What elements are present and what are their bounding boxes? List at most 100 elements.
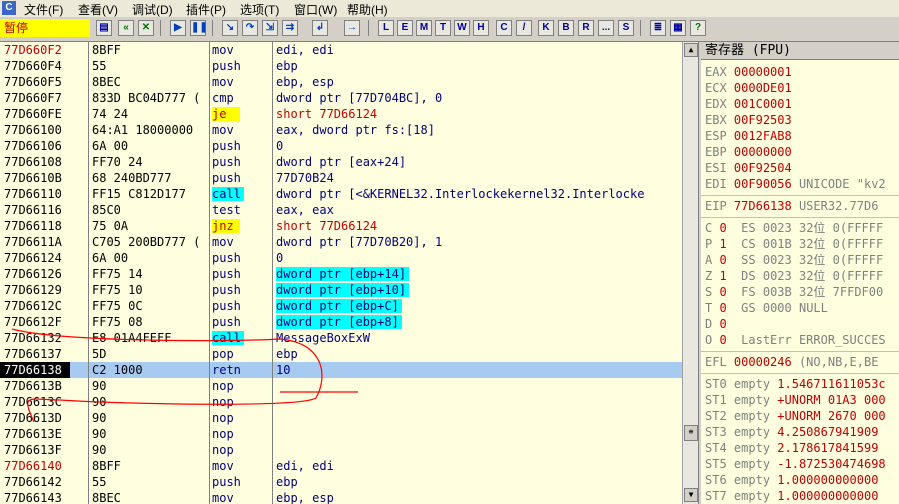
disasm-row[interactable]: 77D66100 64:A1 18000000 mov eax, dword ptr …: [0, 122, 682, 138]
modules-window-button[interactable]: E: [397, 20, 413, 36]
fpu-row[interactable]: ST3 empty 4.250867941909: [705, 424, 878, 440]
fpu-row[interactable]: ST7 empty 1.000000000000: [705, 488, 878, 504]
register-row[interactable]: EAX 00000001: [705, 64, 799, 80]
register-row[interactable]: EDI 00F90056 UNICODE "kv2: [705, 176, 886, 192]
disasm-row[interactable]: 77D66137 5D pop ebp: [0, 346, 682, 362]
fpu-row[interactable]: ST6 empty 1.000000000000: [705, 472, 878, 488]
goto-icon[interactable]: →: [344, 20, 360, 36]
disasm-row[interactable]: 77D6612C FF75 0C push dword ptr [ebp+C]: [0, 298, 682, 314]
disasm-row[interactable]: 77D6613C 90 nop: [0, 394, 682, 410]
patches-window-button[interactable]: /: [516, 20, 532, 36]
disasm-row[interactable]: 77D66124 6A 00 push 0: [0, 250, 682, 266]
menu-plugins[interactable]: 插件(P): [186, 1, 226, 18]
fpu-row[interactable]: ST1 empty +UNORM 01A3 000: [705, 392, 886, 408]
pause-icon[interactable]: ❚❚: [190, 20, 208, 36]
open-icon[interactable]: ▤: [96, 20, 112, 36]
trace-over-icon[interactable]: ⇉: [282, 20, 298, 36]
disasm-row[interactable]: 77D66126 FF75 14 push dword ptr [ebp+14]: [0, 266, 682, 282]
scroll-thumb[interactable]: ≡: [684, 425, 698, 441]
scroll-down-icon[interactable]: ▼: [684, 488, 698, 502]
menu-options[interactable]: 选项(T): [240, 1, 279, 18]
flag-row[interactable]: A 0 SS 0023 32位 0(FFFFF: [705, 252, 883, 268]
fpu-row[interactable]: ST0 empty 1.546711611053c: [705, 376, 886, 392]
menu-window[interactable]: 窗口(W): [294, 1, 337, 18]
app-icon[interactable]: C: [2, 1, 16, 15]
disasm-row[interactable]: 77D660F4 55 push ebp: [0, 58, 682, 74]
log-window-button[interactable]: L: [378, 20, 394, 36]
disasm-row[interactable]: 77D6611A C705 200BD777 (mov dword ptr [77D…: [0, 234, 682, 250]
disasm-row[interactable]: 77D6610B 68 240BD777 push 77D70B24: [0, 170, 682, 186]
fpu-row[interactable]: ST4 empty 2.178617841599: [705, 440, 878, 456]
help-icon[interactable]: ?: [690, 20, 706, 36]
fpu-row[interactable]: ST2 empty +UNORM 2670 000: [705, 408, 886, 424]
disasm-row[interactable]: 77D66143 8BEC mov ebp, esp: [0, 490, 682, 504]
register-row[interactable]: ECX 0000DE01: [705, 80, 799, 96]
disasm-row-current[interactable]: 77D66138 C2 1000 retn 10: [0, 362, 682, 378]
flag-bit: 0: [719, 317, 727, 331]
menu-file[interactable]: 文件(F): [24, 1, 63, 18]
disasm-row[interactable]: 77D66106 6A 00 push 0: [0, 138, 682, 154]
disasm-row[interactable]: 77D6612F FF75 08 push dword ptr [ebp+8]: [0, 314, 682, 330]
cpu-window-button[interactable]: C: [496, 20, 512, 36]
memory-window-button[interactable]: M: [416, 20, 432, 36]
run-icon[interactable]: ▶: [170, 20, 186, 36]
disasm-operands: dword ptr [eax+24]: [276, 155, 407, 169]
breakpoints-window-button[interactable]: B: [558, 20, 574, 36]
flag-row[interactable]: P 1 CS 001B 32位 0(FFFFF: [705, 236, 883, 252]
register-row[interactable]: ESI 00F92504: [705, 160, 799, 176]
disasm-row[interactable]: 77D66118 75 0A jnz short 77D66124: [0, 218, 682, 234]
flag-row[interactable]: S 0 FS 003B 32位 7FFDF00: [705, 284, 883, 300]
restart-icon[interactable]: «: [118, 20, 134, 36]
menu-view[interactable]: 查看(V): [78, 1, 118, 18]
flag-row[interactable]: T 0 GS 0000 NULL: [705, 300, 828, 316]
disasm-row[interactable]: 77D660F5 8BEC mov ebp, esp: [0, 74, 682, 90]
disasm-row[interactable]: 77D6613E 90 nop: [0, 426, 682, 442]
handles-window-button[interactable]: H: [473, 20, 489, 36]
disasm-row[interactable]: 77D660FE 74 24 je short 77D66124: [0, 106, 682, 122]
flag-row[interactable]: D 0: [705, 316, 741, 332]
flag-row[interactable]: C 0 ES 0023 32位 0(FFFFF: [705, 220, 883, 236]
call-stack-window-button[interactable]: K: [538, 20, 554, 36]
register-row[interactable]: ESP 0012FAB8: [705, 128, 799, 144]
disasm-hex-bytes: E8 01A4FEFF: [92, 331, 172, 345]
register-row[interactable]: EBP 00000000: [705, 144, 799, 160]
disasm-row[interactable]: 77D66116 85C0 test eax, eax: [0, 202, 682, 218]
disassembly-scrollbar[interactable]: ▲ ≡ ▼: [682, 42, 698, 504]
disasm-row[interactable]: 77D66108 FF70 24 push dword ptr [eax+24]: [0, 154, 682, 170]
run-trace-window-button[interactable]: ...: [598, 20, 614, 36]
step-into-icon[interactable]: ↘: [222, 20, 238, 36]
threads-window-button[interactable]: T: [435, 20, 451, 36]
grid-icon[interactable]: ▦: [670, 20, 686, 36]
disasm-row[interactable]: 77D6613B 90 nop: [0, 378, 682, 394]
flag-row[interactable]: Z 1 DS 0023 32位 0(FFFFF: [705, 268, 883, 284]
trace-into-icon[interactable]: ⇲: [262, 20, 278, 36]
disasm-row[interactable]: 77D660F2 8BFF mov edi, edi: [0, 42, 682, 58]
disasm-row[interactable]: 77D6613D 90 nop: [0, 410, 682, 426]
menu-help[interactable]: 帮助(H): [347, 1, 388, 18]
execute-till-return-icon[interactable]: ↲: [312, 20, 328, 36]
disasm-row[interactable]: 77D66132 E8 01A4FEFF call MessageBoxExW: [0, 330, 682, 346]
disasm-row[interactable]: 77D66142 55 push ebp: [0, 474, 682, 490]
disasm-row[interactable]: 77D66129 FF75 10 push dword ptr [ebp+10]: [0, 282, 682, 298]
scroll-up-icon[interactable]: ▲: [684, 43, 698, 57]
registers-pane[interactable]: 寄存器 (FPU) EAX 00000001 ECX 0000DE01 EDX …: [701, 42, 899, 504]
flag-row[interactable]: O 0 LastErr ERROR_SUCCES: [705, 332, 886, 348]
fpu-tag: empty: [733, 409, 771, 423]
source-window-button[interactable]: S: [618, 20, 634, 36]
list-icon[interactable]: ≣: [650, 20, 666, 36]
fpu-row[interactable]: ST5 empty -1.872530474698: [705, 456, 886, 472]
disasm-row[interactable]: 77D66140 8BFF mov edi, edi: [0, 458, 682, 474]
step-over-icon[interactable]: ↷: [242, 20, 258, 36]
windows-window-button[interactable]: W: [454, 20, 470, 36]
eip-row[interactable]: EIP 77D66138 USER32.77D6: [705, 198, 878, 214]
disasm-row[interactable]: 77D6613F 90 nop: [0, 442, 682, 458]
disasm-row[interactable]: 77D660F7 833D BC04D777 (cmp dword ptr [77D…: [0, 90, 682, 106]
disasm-row[interactable]: 77D66110 FF15 C812D177 call dword ptr [<&KE…: [0, 186, 682, 202]
efl-row[interactable]: EFL 00000246 (NO,NB,E,BE: [705, 354, 878, 370]
menu-debug[interactable]: 调试(D): [132, 1, 173, 18]
register-row[interactable]: EDX 001C0001: [705, 96, 799, 112]
register-row[interactable]: EBX 00F92503: [705, 112, 799, 128]
references-window-button[interactable]: R: [578, 20, 594, 36]
close-icon[interactable]: ✕: [138, 20, 154, 36]
disassembly-pane[interactable]: 77D660F2 8BFF mov edi, edi 77D660F4 55 push ebp…: [0, 42, 682, 504]
